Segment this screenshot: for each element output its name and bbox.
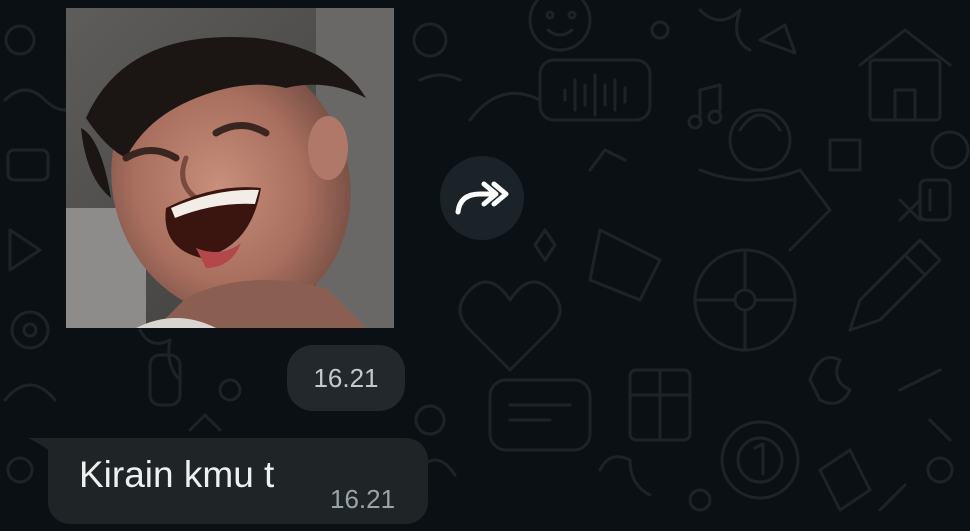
image-message-timestamp: 16.21: [287, 345, 405, 411]
timestamp-text: 16.21: [313, 362, 379, 393]
message-text: Kirain kmu t: [79, 454, 275, 495]
image-message-photo[interactable]: [66, 8, 394, 328]
chat-view: 16.21 Kirain kmu t 16.21: [0, 0, 970, 531]
message-timestamp: 16.21: [330, 484, 396, 514]
forward-icon: [455, 181, 509, 215]
forward-button[interactable]: [440, 156, 524, 240]
laughing-face-illustration: [66, 8, 394, 328]
